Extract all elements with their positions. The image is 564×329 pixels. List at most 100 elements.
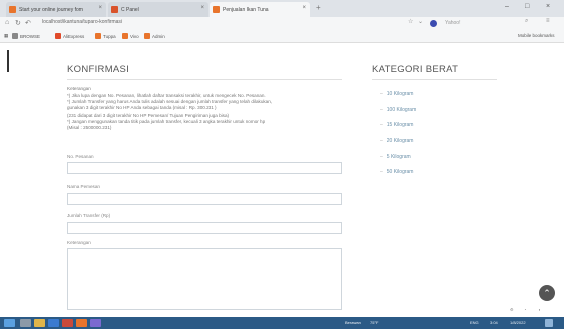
bullet-icon: – [380, 122, 383, 128]
nama-pemesan-input[interactable] [67, 193, 342, 205]
bookmark-icon [144, 33, 150, 39]
url-input[interactable]: localhost/ikantuna/tuparo-konfirmasi [42, 19, 122, 25]
bullet-icon: – [380, 107, 383, 113]
category-label: 50 Kilogram [386, 169, 414, 175]
taskbar-app-icon[interactable] [90, 319, 101, 327]
bookmark-item[interactable]: Vivo [122, 33, 139, 39]
address-bar-row: ⌂ ↻ ↶ localhost/ikantuna/tuparo-konfirma… [0, 17, 564, 31]
page-title: KONFIRMASI [67, 64, 130, 75]
taskbar: Berawan 75°F ENG 3:04 1/8/2022 [0, 317, 564, 329]
bookmark-icon [12, 33, 18, 39]
note-line: (231 didapat dari 3 digit terakhir No HP… [67, 113, 230, 118]
bookmark-label: Admin [152, 33, 165, 39]
apps-icon[interactable]: ▦ [4, 33, 8, 39]
tab-label: Penjualan Ikan Tuna [223, 6, 269, 13]
sidebar-title: KATEGORI BERAT [372, 64, 459, 75]
category-label: 5 Kilogram [386, 154, 411, 160]
tab-favicon-icon [9, 6, 16, 13]
jumlah-transfer-label: Jumlah Transfer (Rp) [67, 213, 111, 218]
taskbar-app-icon[interactable] [62, 319, 73, 327]
browser-tab-strip: Start your online journey fom × C Panel … [0, 0, 564, 17]
bookmark-icon [122, 33, 128, 39]
bullet-icon: – [380, 154, 383, 160]
bookmark-label: Tuppa [103, 33, 116, 39]
taskbar-app-icon[interactable] [48, 319, 59, 327]
keterangan-textarea[interactable] [67, 248, 342, 310]
category-label: 20 Kilogram [386, 138, 414, 144]
note-line: gunakan 3 digit terakhir No HP Anda seba… [67, 105, 217, 110]
bookmarks-bar: ▦ BROWSE AliExpress Tuppa Vivo Admin Mob… [0, 31, 564, 43]
language-indicator[interactable]: ENG [470, 320, 479, 325]
category-link[interactable]: –20 Kilogram [380, 138, 413, 144]
taskbar-app-icon[interactable] [20, 319, 31, 327]
bookmark-item[interactable]: Tuppa [95, 33, 116, 39]
bookmark-icon [95, 33, 101, 39]
search-icon[interactable]: ⌕ [525, 18, 528, 25]
tray-icon[interactable]: ⚙ [510, 307, 514, 312]
menu-icon[interactable]: ≡ [546, 18, 550, 24]
new-tab-button[interactable]: + [316, 3, 321, 12]
tab-favicon-icon [213, 6, 220, 13]
search-engine-label[interactable]: Yahoo! [445, 20, 460, 26]
minimize-button[interactable]: – [505, 3, 509, 10]
close-tab-icon[interactable]: × [200, 5, 204, 11]
bullet-icon: – [380, 138, 383, 144]
category-link[interactable]: –10 Kilogram [380, 91, 413, 97]
back-icon[interactable]: ↶ [25, 19, 31, 27]
temperature-label: 75°F [370, 320, 379, 325]
tab-favicon-icon [111, 6, 118, 13]
note-line: *) Jika lupa dengan No. Pesanan, lihatla… [67, 93, 266, 98]
keterangan-label: Keterangan [67, 240, 91, 245]
bookmark-item[interactable]: BROWSE [12, 33, 40, 39]
category-link[interactable]: –5 Kilogram [380, 154, 411, 160]
close-tab-icon[interactable]: × [302, 5, 306, 11]
scroll-to-top-button[interactable]: ⌃ [539, 285, 555, 301]
bookmark-item[interactable]: AliExpress [55, 33, 84, 39]
nama-pemesan-label: Nama Pemesan [67, 184, 100, 189]
note-line: (Misal : 2500000.231) [67, 125, 112, 130]
category-label: 15 Kilogram [386, 122, 414, 128]
mobile-bookmarks[interactable]: Mobile bookmarks [518, 33, 555, 38]
category-label: 10 Kilogram [386, 91, 414, 97]
browser-tab[interactable]: C Panel × [108, 2, 208, 17]
notes-heading: Keterangan [67, 86, 91, 91]
weather-label[interactable]: Berawan [345, 320, 361, 325]
bookmark-label: BROWSE [20, 33, 41, 39]
tab-label: Start your online journey fom [19, 6, 83, 13]
title-divider [67, 79, 342, 80]
no-pesanan-label: No. Pesanan [67, 154, 94, 159]
folder-icon[interactable] [34, 319, 45, 327]
no-pesanan-input[interactable] [67, 162, 342, 174]
browser-tab-active[interactable]: Penjualan Ikan Tuna × [210, 2, 310, 17]
chevron-up-icon: ⌃ [543, 287, 551, 298]
chevron-down-icon[interactable]: ⌄ [418, 18, 423, 25]
bookmark-icon [55, 33, 61, 39]
bookmark-label: Vivo [130, 33, 139, 39]
clock-time[interactable]: 3:04 [490, 320, 498, 325]
category-link[interactable]: –50 Kilogram [380, 169, 413, 175]
note-line: *) Jumlah Transfer yang harus Anda tulis… [67, 99, 273, 104]
close-window-button[interactable]: × [546, 3, 550, 10]
start-icon[interactable] [4, 319, 15, 327]
note-line: *) Jangan menggunakan tanda titik pada j… [67, 119, 266, 124]
tray-icon[interactable]: ◔ [524, 307, 526, 312]
tray-icon[interactable]: ◑ [538, 307, 540, 312]
profile-avatar[interactable] [430, 20, 437, 27]
jumlah-transfer-input[interactable] [67, 222, 342, 234]
sidebar-divider [372, 79, 497, 80]
clock-date[interactable]: 1/8/2022 [510, 320, 526, 325]
star-icon[interactable]: ☆ [408, 18, 413, 25]
maximize-button[interactable]: □ [525, 3, 529, 10]
category-link[interactable]: –100 Kilogram [380, 107, 416, 113]
bullet-icon: – [380, 91, 383, 97]
browser-taskbar-icon[interactable] [76, 319, 87, 327]
home-icon[interactable]: ⌂ [5, 19, 9, 26]
mobile-bookmarks-label: Mobile bookmarks [518, 33, 555, 38]
bookmark-item[interactable]: Admin [144, 33, 165, 39]
refresh-icon[interactable]: ↻ [15, 19, 21, 27]
notification-icon[interactable] [545, 319, 553, 327]
close-tab-icon[interactable]: × [98, 5, 102, 11]
bullet-icon: – [380, 169, 383, 175]
browser-tab[interactable]: Start your online journey fom × [6, 2, 106, 17]
category-link[interactable]: –15 Kilogram [380, 122, 413, 128]
